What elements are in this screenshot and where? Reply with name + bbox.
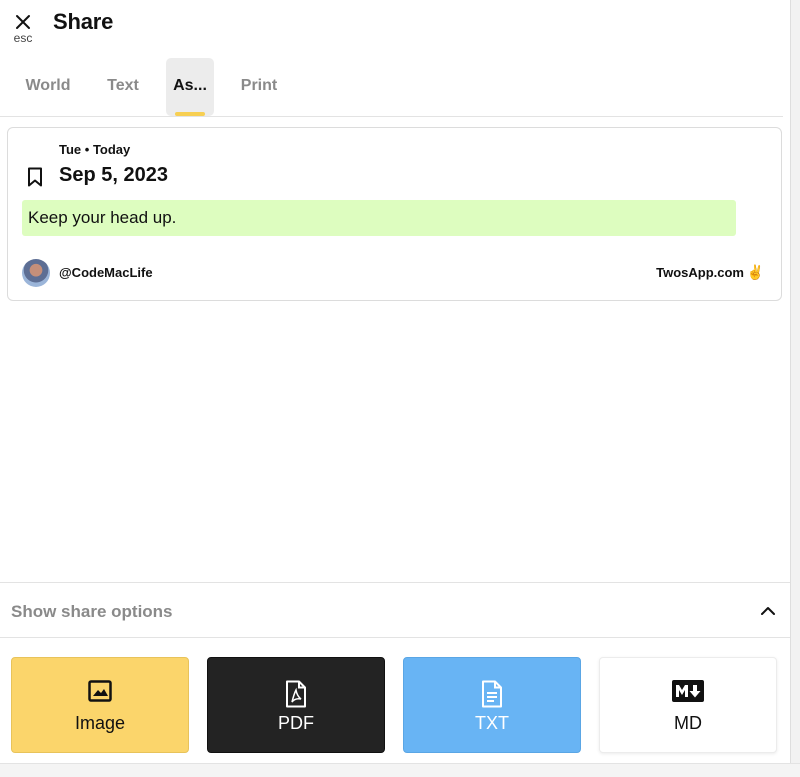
share-options-label: Show share options [11,602,173,621]
relative-day: Today [92,142,131,157]
tab-world[interactable]: World [14,58,82,116]
share-preview-card: Tue • Today Sep 5, 2023 Keep your head u… [7,127,782,301]
page-title: Share [53,9,114,34]
weekday: Tue [59,142,82,157]
bottom-toolbar-strip [0,763,800,777]
share-tabs: World Text As... Print [0,58,783,117]
close-button[interactable]: esc [8,10,38,46]
note-text: Keep your head up. [28,208,177,227]
export-image-label: Image [74,713,126,733]
card-date: Sep 5, 2023 [59,164,168,186]
export-pdf-label: PDF [278,713,314,733]
peace-hand-icon: ✌ [746,264,764,280]
show-share-options[interactable]: Show share options [0,582,790,638]
day-line: Tue • Today [59,142,130,157]
user-handle: @CodeMacLife [59,265,153,280]
tab-label: Print [240,77,278,94]
text-file-icon [482,680,502,708]
tab-label: Text [107,77,139,94]
tab-label: As... [173,77,207,94]
active-tab-indicator [175,112,205,116]
tab-print[interactable]: Print [230,58,288,116]
close-icon [16,15,30,29]
export-pdf-button[interactable]: PDF [207,657,385,753]
export-txt-button[interactable]: TXT [403,657,581,753]
chevron-up-icon [761,607,775,615]
export-md-button[interactable]: MD [599,657,777,753]
bookmark-icon[interactable] [27,167,43,187]
pdf-file-icon [286,680,306,708]
tab-label: World [25,77,71,94]
site-label: TwosApp.com [656,265,744,280]
image-icon [88,680,112,702]
export-image-button[interactable]: Image [11,657,189,753]
export-txt-label: TXT [475,713,509,733]
export-md-label: MD [674,713,702,733]
markdown-icon [672,680,704,702]
esc-hint: esc [13,31,33,45]
note-item: Keep your head up. [22,200,736,236]
tab-text[interactable]: Text [96,58,150,116]
window-edge [790,0,800,777]
separator-dot: • [84,142,93,157]
avatar [22,259,50,287]
tab-as[interactable]: As... [166,58,214,116]
